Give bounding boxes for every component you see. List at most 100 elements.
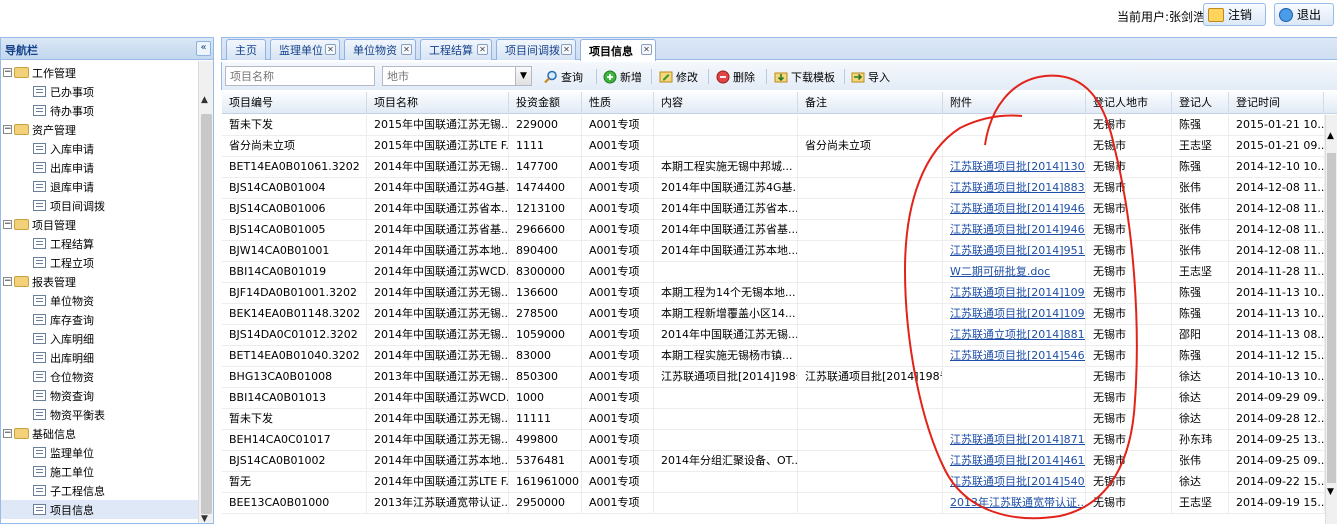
download-template-button[interactable]: 下载模板 bbox=[774, 68, 835, 85]
attachment-link[interactable]: 江苏联通项目批[2014]951... bbox=[943, 241, 1086, 262]
attachment-link[interactable]: 江苏联通项目批[2014]946... bbox=[943, 199, 1086, 220]
tab[interactable]: 单位物资 ✕ bbox=[344, 39, 416, 60]
chevron-down-icon[interactable]: ▼ bbox=[515, 66, 532, 86]
attachment-link[interactable]: 2013年江苏联通宽带认证... bbox=[943, 493, 1086, 514]
scroll-down-icon[interactable]: ▼ bbox=[1327, 487, 1334, 497]
close-icon[interactable]: ✕ bbox=[641, 44, 652, 55]
grid-scrollbar[interactable]: ▲ ▼ bbox=[1325, 115, 1337, 524]
table-row[interactable]: 省分尚未立项 2015年中国联通江苏LTE F... 1111 A001专项 省分尚未立… bbox=[222, 136, 1325, 157]
column-header[interactable]: 项目编号 bbox=[222, 92, 367, 114]
nav-item[interactable]: 项目信息 bbox=[1, 500, 198, 519]
collapse-toggle-icon[interactable]: − bbox=[3, 220, 12, 229]
table-row[interactable]: BJW14CA0B01001 2014年中国联通江苏本地... 890400 A001… bbox=[222, 241, 1325, 262]
nav-item[interactable]: 退库申请 bbox=[1, 177, 198, 196]
nav-item[interactable]: 物资查询 bbox=[1, 386, 198, 405]
column-header[interactable]: 投资金额 bbox=[509, 92, 582, 114]
tab[interactable]: 项目间调拨 ✕ bbox=[496, 39, 576, 60]
attachment-link[interactable]: 江苏联通项目批[2014]109... bbox=[943, 283, 1086, 304]
nav-item[interactable]: 待办事项 bbox=[1, 101, 198, 120]
collapse-sidebar-button[interactable]: « bbox=[196, 41, 211, 56]
table-row[interactable]: BET14EA0B01061.3202 2014年中国联通江苏无锡... 14770… bbox=[222, 157, 1325, 178]
nav-item[interactable]: 工程立项 bbox=[1, 253, 198, 272]
nav-group[interactable]: − 资产管理 bbox=[1, 120, 198, 139]
attachment-link[interactable]: W二期可研批复.doc bbox=[943, 262, 1086, 283]
table-row[interactable]: BEH14CA0C01017 2014年中国联通江苏无锡... 499800 A001… bbox=[222, 430, 1325, 451]
column-header[interactable]: 登记时间 bbox=[1229, 92, 1324, 114]
sidebar-scroll-thumb[interactable] bbox=[201, 114, 212, 514]
nav-item[interactable]: 项目间调拨 bbox=[1, 196, 198, 215]
collapse-toggle-icon[interactable]: − bbox=[3, 125, 12, 134]
column-header[interactable]: 性质 bbox=[582, 92, 654, 114]
collapse-toggle-icon[interactable]: − bbox=[3, 429, 12, 438]
nav-item[interactable]: 已办事项 bbox=[1, 82, 198, 101]
collapse-toggle-icon[interactable]: − bbox=[3, 277, 12, 286]
table-row[interactable]: 暂未下发 2014年中国联通江苏无锡... 11111 A001专项 无锡市 徐达 2014… bbox=[222, 409, 1325, 430]
nav-item[interactable]: 仓位物资 bbox=[1, 367, 198, 386]
nav-group[interactable]: − 项目管理 bbox=[1, 215, 198, 234]
column-header[interactable]: 登记人 bbox=[1172, 92, 1229, 114]
table-row[interactable]: BHG13CA0B01008 2013年中国联通江苏无锡... 850300 A001… bbox=[222, 367, 1325, 388]
nav-item[interactable]: 工程结算 bbox=[1, 234, 198, 253]
table-row[interactable]: BET14EA0B01040.3202 2014年中国联通江苏无锡... 83000… bbox=[222, 346, 1325, 367]
table-row[interactable]: BJF14DA0B01001.3202 2014年中国联通江苏无锡... 13660… bbox=[222, 283, 1325, 304]
nav-item[interactable]: 出库明细 bbox=[1, 348, 198, 367]
close-icon[interactable]: ✕ bbox=[477, 44, 488, 55]
attachment-link[interactable]: 江苏联通项目批[2014]546... bbox=[943, 346, 1086, 367]
scroll-up-icon[interactable]: ▲ bbox=[201, 95, 208, 105]
scroll-up-icon[interactable]: ▲ bbox=[1327, 131, 1334, 141]
nav-group[interactable]: − 基础信息 bbox=[1, 424, 198, 443]
table-row[interactable]: BJS14CA0B01002 2014年中国联通江苏本地... 5376481 A00… bbox=[222, 451, 1325, 472]
table-row[interactable]: BJS14CA0B01005 2014年中国联通江苏省基... 2966600 A00… bbox=[222, 220, 1325, 241]
sidebar-scrollbar[interactable]: ▲ ▼ bbox=[198, 61, 213, 523]
tab[interactable]: 主页 bbox=[226, 39, 266, 60]
close-icon[interactable]: ✕ bbox=[401, 44, 412, 55]
collapse-toggle-icon[interactable]: − bbox=[3, 68, 12, 77]
table-row[interactable]: BEK14EA0B01148.3202 2014年中国联通江苏无锡... 27850… bbox=[222, 304, 1325, 325]
close-icon[interactable]: ✕ bbox=[561, 44, 572, 55]
table-row[interactable]: BJS14CA0B01006 2014年中国联通江苏省本... 1213100 A00… bbox=[222, 199, 1325, 220]
city-select[interactable] bbox=[382, 66, 520, 86]
add-button[interactable]: 新增 bbox=[603, 68, 642, 85]
attachment-link[interactable]: 江苏联通项目批[2014]461... bbox=[943, 451, 1086, 472]
edit-button[interactable]: 修改 bbox=[659, 68, 698, 85]
nav-item[interactable]: 子工程信息 bbox=[1, 481, 198, 500]
attachment-link[interactable]: 江苏联通项目批[2014]130... bbox=[943, 157, 1086, 178]
attachment-link[interactable]: 江苏联通项目批[2014]871... bbox=[943, 430, 1086, 451]
nav-item[interactable]: 监理单位 bbox=[1, 443, 198, 462]
import-button[interactable]: 导入 bbox=[851, 68, 890, 85]
close-icon[interactable]: ✕ bbox=[325, 44, 336, 55]
tab[interactable]: 监理单位 ✕ bbox=[270, 39, 340, 60]
table-row[interactable]: BEE13CA0B01000 2013年江苏联通宽带认证... 2950000 A00… bbox=[222, 493, 1325, 514]
column-header[interactable]: 登记人地市 bbox=[1086, 92, 1172, 114]
table-row[interactable]: 暂未下发 2015年中国联通江苏无锡... 229000 A001专项 无锡市 陈强 201… bbox=[222, 115, 1325, 136]
nav-item[interactable]: 入库明细 bbox=[1, 329, 198, 348]
tab[interactable]: 项目信息 ✕ bbox=[580, 39, 656, 61]
tab[interactable]: 工程结算 ✕ bbox=[420, 39, 492, 60]
table-row[interactable]: BBI14CA0B01013 2014年中国联通江苏WCD... 1000 A001专… bbox=[222, 388, 1325, 409]
table-row[interactable]: 暂无 2014年中国联通江苏LTE F... 161961000 A001专项 江苏联通… bbox=[222, 472, 1325, 493]
column-header[interactable]: 内容 bbox=[654, 92, 798, 114]
attachment-link[interactable]: 江苏联通立项批[2014]881... bbox=[943, 325, 1086, 346]
nav-item[interactable]: 施工单位 bbox=[1, 462, 198, 481]
attachment-link[interactable]: 江苏联通项目批[2014]109... bbox=[943, 304, 1086, 325]
logout-button[interactable]: 注销 bbox=[1203, 3, 1266, 26]
attachment-link[interactable]: 江苏联通项目批[2014]883... bbox=[943, 178, 1086, 199]
grid-scroll-thumb[interactable] bbox=[1327, 153, 1336, 483]
query-button[interactable]: 查询 bbox=[544, 68, 583, 85]
exit-button[interactable]: 退出 bbox=[1274, 3, 1334, 26]
table-row[interactable]: BJS14DA0C01012.3202 2014年中国联通江苏无锡... 10590… bbox=[222, 325, 1325, 346]
project-name-input[interactable] bbox=[225, 66, 375, 86]
column-header[interactable]: 备注 bbox=[798, 92, 943, 114]
nav-group[interactable]: − 报表管理 bbox=[1, 272, 198, 291]
nav-item[interactable]: 出库申请 bbox=[1, 158, 198, 177]
nav-item[interactable]: 入库申请 bbox=[1, 139, 198, 158]
nav-item[interactable]: 单位物资 bbox=[1, 291, 198, 310]
nav-item[interactable]: 物资平衡表 bbox=[1, 405, 198, 424]
scroll-down-icon[interactable]: ▼ bbox=[201, 514, 208, 523]
table-row[interactable]: BJS14CA0B01004 2014年中国联通江苏4G基... 1474400 A0… bbox=[222, 178, 1325, 199]
column-header[interactable]: 附件 bbox=[943, 92, 1086, 114]
delete-button[interactable]: 删除 bbox=[716, 68, 755, 85]
nav-group[interactable]: − 工作管理 bbox=[1, 63, 198, 82]
column-header[interactable]: 项目名称 bbox=[367, 92, 509, 114]
nav-item[interactable]: 库存查询 bbox=[1, 310, 198, 329]
